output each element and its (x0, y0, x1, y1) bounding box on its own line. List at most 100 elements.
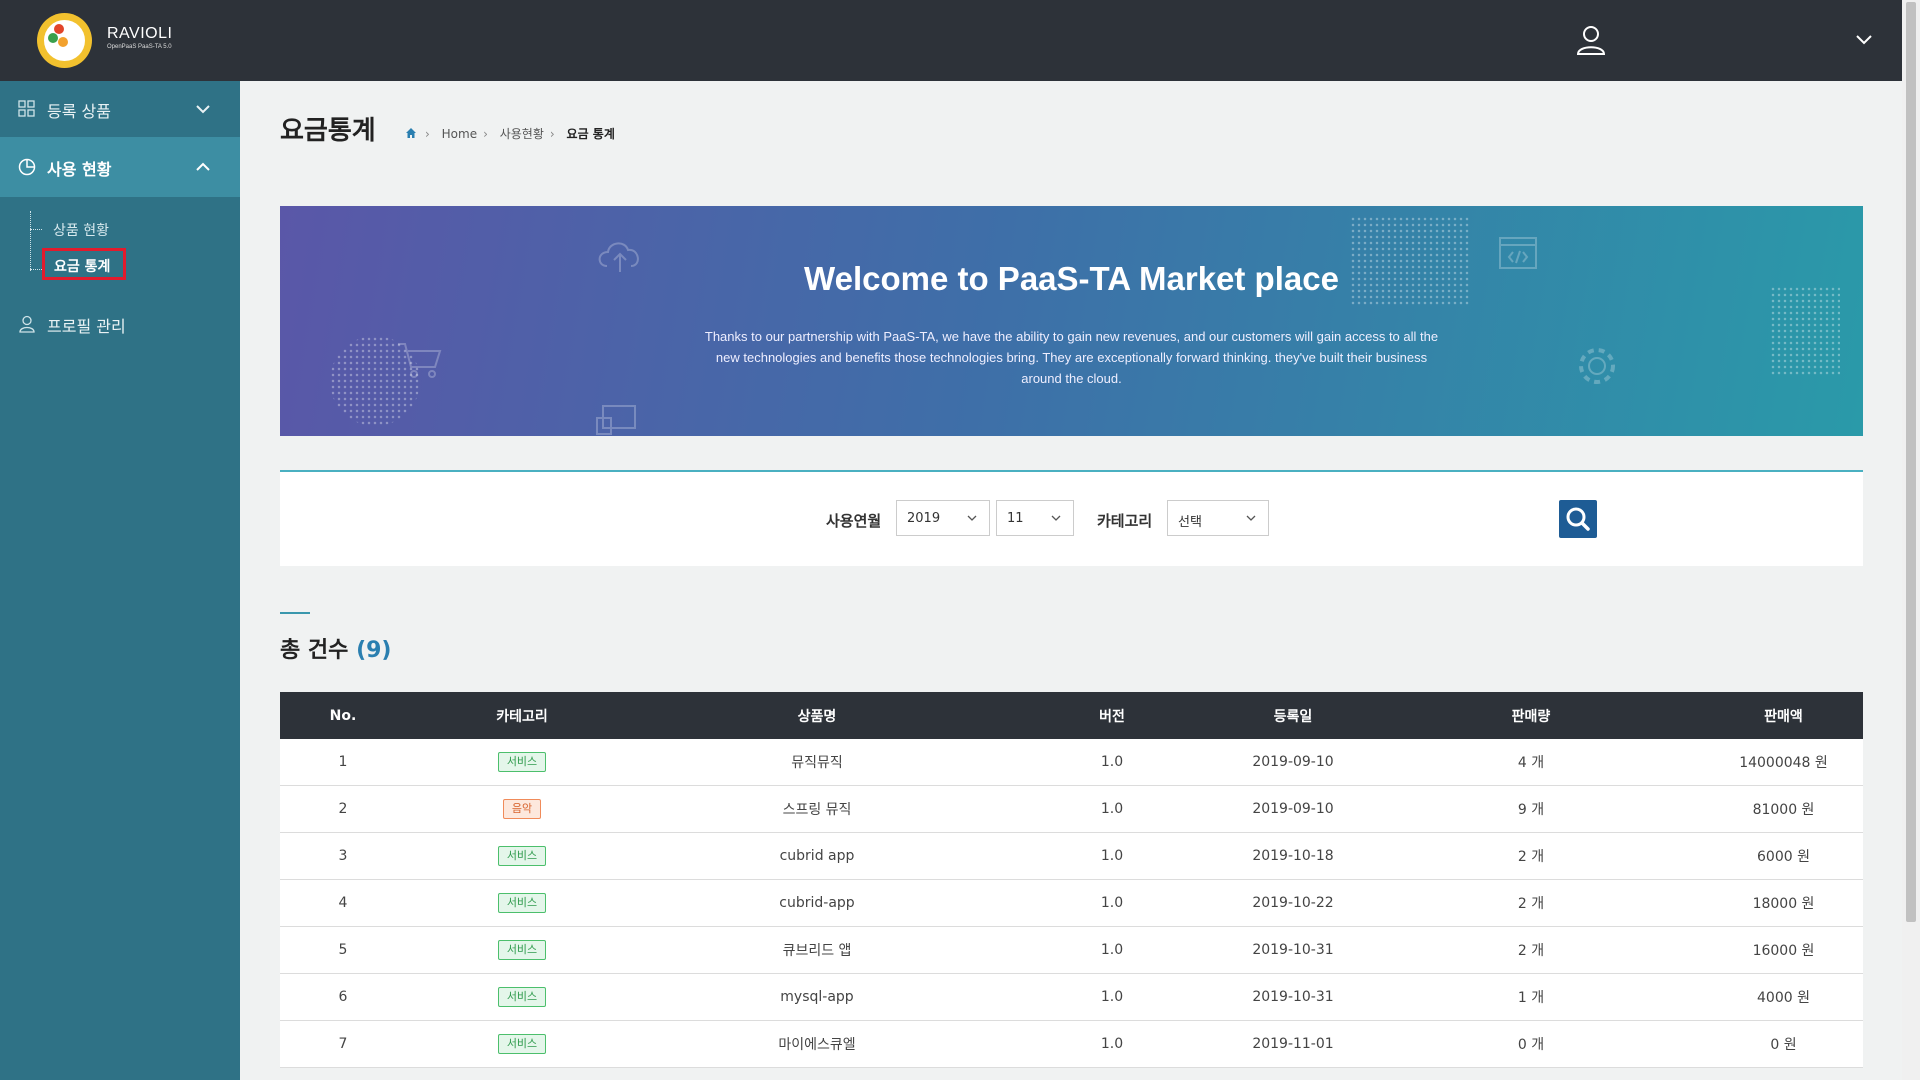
count-divider (280, 612, 310, 614)
welcome-banner: Welcome to PaaS-TA Market place Thanks t… (280, 206, 1863, 436)
cell-no: 3 (338, 848, 348, 864)
table-row[interactable]: 6 서비스 mysql-app 1.0 2019-10-31 1 개 4000 원 (280, 974, 1863, 1021)
cell-registered-date: 2019-10-31 (1252, 989, 1334, 1005)
cell-sales-qty: 2 개 (1517, 896, 1545, 912)
cell-sales-amount: 0 원 (1770, 1037, 1797, 1053)
cell-category: 서비스 (406, 833, 638, 879)
sidebar-subitem-product-status[interactable]: 상품 현황 (53, 220, 109, 240)
cell-sales-amount: 14000048 원 (1739, 755, 1828, 771)
cell-sales-qty: 2 개 (1517, 943, 1545, 959)
cell-registered-date: 2019-09-10 (1252, 754, 1334, 770)
pie-chart-icon (18, 158, 36, 176)
category-label: 카테고리 (1097, 512, 1153, 530)
category-select[interactable]: 선택 (1167, 500, 1269, 536)
category-badge: 서비스 (497, 1034, 547, 1054)
cell-no: 5 (338, 942, 348, 958)
header-no: No. (329, 707, 357, 724)
sidebar: 등록 상품 사용 현황 상품 현황 요금 통계 프로필 관리 (0, 81, 240, 1080)
top-bar: RAVIOLI OpenPaaS PaaS-TA 5.0 (0, 0, 1902, 81)
gear-icon (1579, 348, 1615, 384)
chevron-up-icon (196, 162, 210, 171)
sidebar-item-registered-products[interactable]: 등록 상품 (0, 81, 240, 137)
cell-version: 1.0 (1100, 942, 1124, 958)
cell-version: 1.0 (1100, 801, 1124, 817)
table-row[interactable]: 1 서비스 뮤직뮤직 1.0 2019-09-10 4 개 14000048 원 (280, 739, 1863, 786)
sidebar-item-label: 사용 현황 (47, 160, 112, 179)
cell-category: 서비스 (406, 739, 638, 785)
total-count-value: (9) (356, 638, 392, 663)
category-badge: 음악 (502, 799, 542, 819)
cell-product-name: 뮤직뮤직 (791, 755, 843, 771)
table-row[interactable]: 7 서비스 마이에스큐엘 1.0 2019-11-01 0 개 0 원 (280, 1021, 1863, 1068)
cell-sales-amount: 4000 원 (1757, 990, 1810, 1006)
cell-product-name: cubrid-app (779, 895, 855, 911)
table-row[interactable]: 4 서비스 cubrid-app 1.0 2019-10-22 2 개 18000 원 (280, 880, 1863, 927)
scrollbar[interactable] (1902, 0, 1920, 1080)
category-badge: 서비스 (497, 846, 547, 866)
cell-sales-qty: 1 개 (1517, 990, 1545, 1006)
category-select-value: 선택 (1178, 515, 1202, 530)
year-select-value: 2019 (907, 511, 941, 526)
cell-registered-date: 2019-10-31 (1252, 942, 1334, 958)
breadcrumb-current: 요금 통계 (566, 127, 615, 141)
breadcrumb-usage[interactable]: 사용현황 (500, 127, 544, 141)
banner-text: Thanks to our partnership with PaaS-TA, … (704, 329, 1439, 386)
user-icon[interactable] (1575, 24, 1607, 56)
sidebar-subitem-fee-statistics[interactable]: 요금 통계 (42, 248, 126, 280)
header-product-name: 상품명 (797, 708, 837, 725)
brand-name: RAVIOLI (107, 25, 173, 42)
table-header: No. 카테고리 상품명 버전 등록일 판매량 판매액 (280, 692, 1863, 739)
table-row[interactable]: 2 음악 스프링 뮤직 1.0 2019-09-10 9 개 81000 원 (280, 786, 1863, 833)
month-select[interactable]: 11 (996, 500, 1074, 536)
cell-sales-amount: 18000 원 (1752, 896, 1815, 912)
chevron-down-icon (1246, 515, 1256, 521)
month-select-value: 11 (1007, 511, 1024, 526)
table-row[interactable]: 3 서비스 cubrid app 1.0 2019-10-18 2 개 6000 원 (280, 833, 1863, 880)
cell-sales-qty: 0 개 (1517, 1037, 1545, 1053)
cell-version: 1.0 (1100, 1036, 1124, 1052)
cell-category: 서비스 (406, 880, 638, 926)
cart-icon (398, 343, 442, 378)
cell-product-name: cubrid app (779, 848, 855, 864)
fee-statistics-table: No. 카테고리 상품명 버전 등록일 판매량 판매액 1 서비스 뮤직뮤직 1.0 2… (280, 692, 1863, 1068)
category-badge: 서비스 (497, 987, 547, 1007)
cell-registered-date: 2019-11-01 (1252, 1036, 1334, 1052)
header-version: 버전 (1099, 708, 1125, 725)
cell-no: 7 (338, 1036, 348, 1052)
cell-sales-amount: 6000 원 (1757, 849, 1810, 865)
cell-no: 1 (338, 754, 348, 770)
chevron-down-icon[interactable] (1854, 30, 1874, 50)
total-count: 총 건수 (9) (280, 632, 391, 664)
ravioli-logo[interactable] (37, 13, 92, 68)
home-icon[interactable] (405, 127, 417, 139)
year-select[interactable]: 2019 (896, 500, 990, 536)
breadcrumb: › Home › 사용현황 › 요금 통계 (405, 125, 621, 142)
cell-product-name: 스프링 뮤직 (782, 802, 852, 818)
total-count-label: 총 건수 (280, 638, 349, 663)
cell-version: 1.0 (1100, 848, 1124, 864)
cell-category: 음악 (406, 786, 638, 832)
header-category: 카테고리 (496, 708, 548, 725)
table-row[interactable]: 5 서비스 큐브리드 앱 1.0 2019-10-31 2 개 16000 원 (280, 927, 1863, 974)
breadcrumb-home[interactable]: Home (442, 127, 477, 141)
cell-sales-qty: 4 개 (1517, 755, 1545, 771)
cell-no: 2 (338, 801, 348, 817)
cell-product-name: mysql-app (780, 989, 854, 1005)
cell-sales-amount: 16000 원 (1752, 943, 1815, 959)
cell-no: 6 (338, 989, 348, 1005)
search-panel: 사용연월 2019 11 카테고리 선택 (280, 470, 1863, 566)
cell-product-name: 마이에스큐엘 (778, 1037, 856, 1053)
table-body: 1 서비스 뮤직뮤직 1.0 2019-09-10 4 개 14000048 원 2 음악 스프링… (280, 739, 1863, 1068)
cell-sales-amount: 81000 원 (1752, 802, 1815, 818)
cell-category: 서비스 (406, 927, 638, 973)
search-button[interactable] (1559, 500, 1597, 538)
cell-category: 서비스 (406, 1021, 638, 1067)
header-sales-amount: 판매액 (1764, 708, 1803, 725)
sidebar-item-profile[interactable]: 프로필 관리 (0, 296, 240, 352)
cell-product-name: 큐브리드 앱 (782, 943, 852, 959)
chevron-down-icon (1051, 515, 1061, 521)
sidebar-item-usage-status[interactable]: 사용 현황 (0, 137, 240, 197)
page-title: 요금통계 (280, 116, 376, 146)
brand: RAVIOLI OpenPaaS PaaS-TA 5.0 (107, 25, 172, 51)
banner-title: Welcome to PaaS-TA Market place (804, 260, 1339, 297)
